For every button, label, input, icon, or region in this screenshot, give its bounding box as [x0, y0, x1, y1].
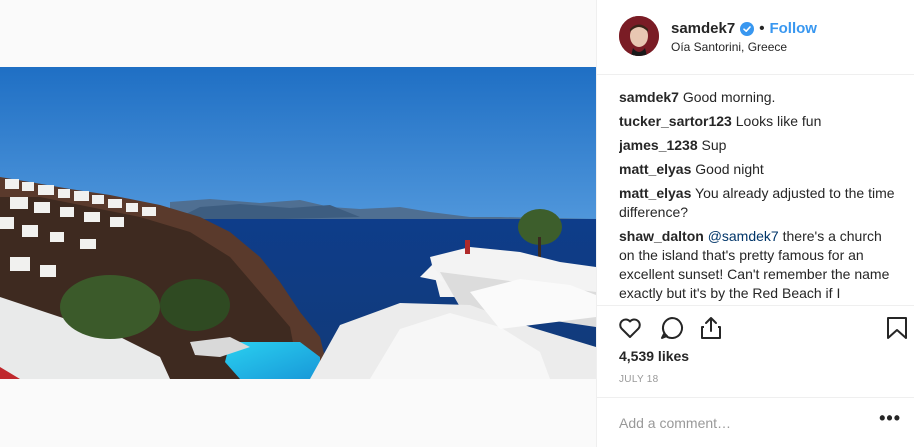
comment-text: Looks like fun — [735, 113, 822, 129]
post-date[interactable]: JULY 18 — [619, 374, 659, 385]
heart-icon[interactable] — [617, 315, 643, 341]
comment-item: samdek7 Good morning. — [619, 88, 895, 107]
comment-username[interactable]: james_1238 — [619, 137, 698, 153]
comment-username[interactable]: samdek7 — [619, 89, 679, 105]
bookmark-icon[interactable] — [884, 315, 910, 341]
comment-mention[interactable]: @samdek7 — [708, 228, 779, 244]
post-photo[interactable] — [0, 67, 596, 379]
post-viewer: samdek7 • Follow Oía Santorini, Greece s… — [0, 0, 914, 447]
likes-count[interactable]: 4,539 likes — [619, 348, 689, 364]
comment-bubble-icon[interactable] — [659, 315, 685, 341]
comment-item: tucker_sartor123 Looks like fun — [619, 112, 895, 131]
comment-input[interactable] — [619, 413, 859, 433]
location-link[interactable]: Oía Santorini, Greece — [671, 40, 787, 54]
media-area — [0, 0, 596, 447]
action-bar — [597, 305, 914, 350]
comment-username[interactable]: matt_elyas — [619, 161, 691, 177]
separator-dot: • — [759, 20, 765, 37]
comment-text: Sup — [701, 137, 727, 153]
post-username[interactable]: samdek7 — [671, 20, 735, 37]
verified-badge-icon — [740, 21, 755, 36]
comment-item: matt_elyas You already adjusted to the t… — [619, 184, 895, 222]
more-options-button[interactable]: ••• — [879, 408, 901, 429]
add-comment-bar: ••• — [597, 397, 914, 447]
comments-list[interactable]: samdek7 Good morning. tucker_sartor123 L… — [619, 88, 895, 304]
comment-username[interactable]: shaw_dalton — [619, 228, 704, 244]
avatar[interactable] — [619, 16, 659, 56]
santorini-photo-image — [0, 67, 596, 379]
avatar-face-icon — [619, 16, 659, 56]
comment-username[interactable]: matt_elyas — [619, 185, 691, 201]
follow-button[interactable]: Follow — [769, 20, 817, 37]
post-side-panel: samdek7 • Follow Oía Santorini, Greece s… — [596, 0, 914, 447]
comment-text: Good morning. — [682, 89, 776, 105]
share-icon[interactable] — [698, 315, 724, 341]
comment-item: shaw_dalton @samdek7 there's a church on… — [619, 227, 895, 304]
comment-item: matt_elyas Good night — [619, 160, 895, 179]
post-header: samdek7 • Follow Oía Santorini, Greece — [597, 0, 914, 75]
comment-text: Good night — [695, 161, 764, 177]
comment-username[interactable]: tucker_sartor123 — [619, 113, 732, 129]
comment-item: james_1238 Sup — [619, 136, 895, 155]
header-title-row: samdek7 • Follow — [671, 20, 817, 37]
